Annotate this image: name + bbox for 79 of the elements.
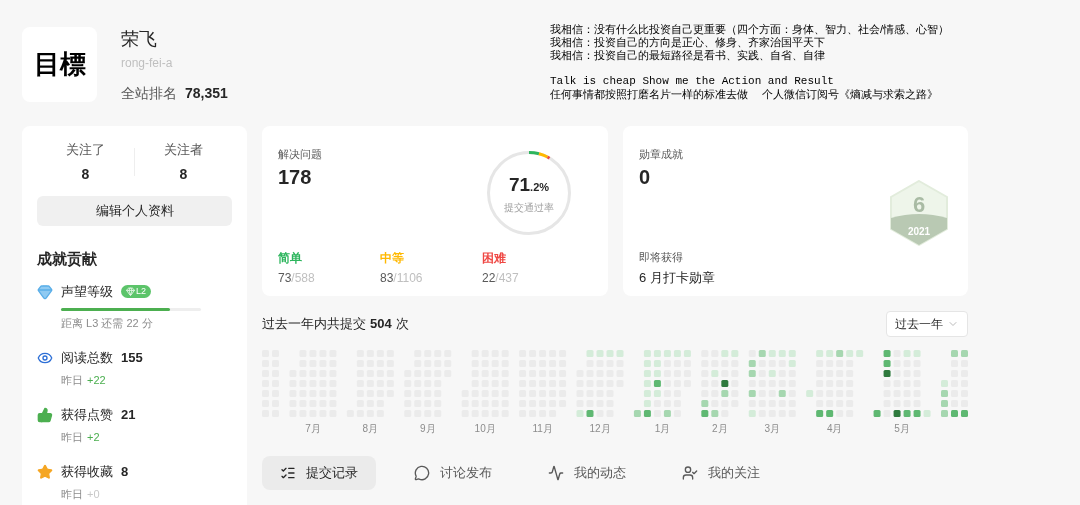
month-label: 2月 [712, 422, 728, 436]
star-icon [37, 464, 53, 480]
bio-line: Talk is cheap Show me the Action and Result [550, 75, 835, 88]
month-label: 8月 [362, 422, 379, 436]
badge-label: 勋章成就 [639, 148, 683, 160]
rank-label: 全站排名 [121, 84, 177, 103]
level-badge: L2 [121, 285, 151, 299]
thumbs-up-icon [37, 407, 53, 423]
follow-count: 8 [81, 164, 90, 184]
ring-arc [528, 151, 551, 160]
month-label: 10月 [474, 422, 496, 436]
avatar: 目標 [22, 27, 97, 102]
stat-label: 获得点赞 [61, 406, 113, 424]
eye-icon [37, 350, 53, 366]
stat-label: 阅读总数 [61, 349, 113, 367]
difficulty-total: /588 [291, 271, 315, 285]
month-label: 12月 [589, 422, 611, 436]
difficulty-label: 简单 [278, 250, 302, 267]
yesterday-delta: +2 [87, 429, 100, 445]
difficulty-solved: 83 [380, 271, 394, 285]
section-title: 成就贡献 [37, 248, 98, 269]
month-label: 5月 [894, 422, 910, 436]
difficulty-total: /437 [495, 271, 519, 285]
tab[interactable]: 我的关注 [664, 456, 778, 490]
upcoming-label: 即将获得 [639, 250, 684, 265]
pass-rate-value: 71 [508, 173, 531, 198]
stat-value: 21 [121, 406, 136, 424]
difficulty-label: 困难 [482, 250, 506, 267]
badge-number: 6 [912, 191, 926, 219]
user-name: 荣飞 [121, 28, 158, 51]
bio-line: 我相信：投资自己的最短路径是看书、实践、自省、自律 [550, 49, 826, 62]
month-label: 9月 [419, 422, 436, 436]
yesterday-delta: +22 [87, 372, 106, 388]
heatmap-title: 过去一年内共提交 [262, 315, 366, 334]
tab[interactable]: 讨论发布 [396, 456, 510, 490]
difficulty-solved: 73 [278, 271, 292, 285]
follow-label: 关注了 [66, 141, 105, 159]
follow-label: 关注者 [164, 141, 203, 159]
tab[interactable]: 提交记录 [262, 456, 376, 490]
user-handle: rong-fei-a [121, 55, 174, 71]
month-label: 11月 [532, 422, 553, 436]
month-label: 7月 [305, 422, 321, 436]
difficulty-label: 中等 [380, 250, 404, 267]
hexagon-badge-icon [889, 180, 949, 246]
rank-value: 78,351 [185, 84, 228, 103]
range-dropdown[interactable]: 过去一年 [886, 311, 968, 337]
tab[interactable]: 我的动态 [530, 456, 644, 490]
upcoming-badge-name: 6 月打卡勋章 [639, 268, 715, 287]
pass-rate-decimal: .2% [530, 181, 550, 196]
level-note: 距离 L3 还需 22 分 [61, 315, 154, 331]
solved-label: 解决问题 [278, 148, 322, 160]
yesterday-label: 昨日 [61, 486, 83, 502]
solved-count: 178 [278, 166, 312, 188]
difficulty-solved: 22 [482, 271, 496, 285]
month-label: 4月 [826, 422, 843, 436]
edit-profile-button[interactable]: 编辑个人资料 [37, 195, 232, 226]
month-label: 3月 [764, 422, 781, 436]
chat-bubble-icon [414, 465, 430, 481]
bio-line: 我相信：投资自己的方向是正心、修身、齐家治国平天下 [550, 36, 826, 49]
stat-label: 获得收藏 [61, 463, 113, 481]
stat-label: 声望等级 [61, 283, 113, 301]
user-check-icon [682, 465, 698, 481]
pulse-icon [548, 465, 564, 481]
follow-count: 8 [179, 164, 188, 184]
diamond-icon [37, 284, 53, 300]
month-label: 1月 [654, 422, 671, 436]
stat-value: 155 [121, 349, 143, 367]
bio-line: 我相信：没有什么比投资自己更重要（四个方面：身体、智力、社会/情感、心智） [550, 23, 950, 36]
badge-count: 0 [639, 166, 651, 188]
submission-count: 504 [370, 315, 392, 334]
bio-line: 任何事情都按照打磨名片一样的标准去做 个人微信订阅号《熵减与求索之路》 [550, 88, 940, 101]
difficulty-total: /1106 [393, 271, 423, 285]
pass-rate-label: 提交通过率 [504, 200, 554, 215]
yesterday-label: 昨日 [61, 372, 83, 388]
yesterday-label: 昨日 [61, 429, 83, 445]
badge-year: 2021 [907, 225, 931, 239]
heatmap-title-suffix: 次 [395, 315, 409, 334]
stat-value: 8 [121, 463, 129, 481]
checklist-icon [280, 465, 296, 481]
